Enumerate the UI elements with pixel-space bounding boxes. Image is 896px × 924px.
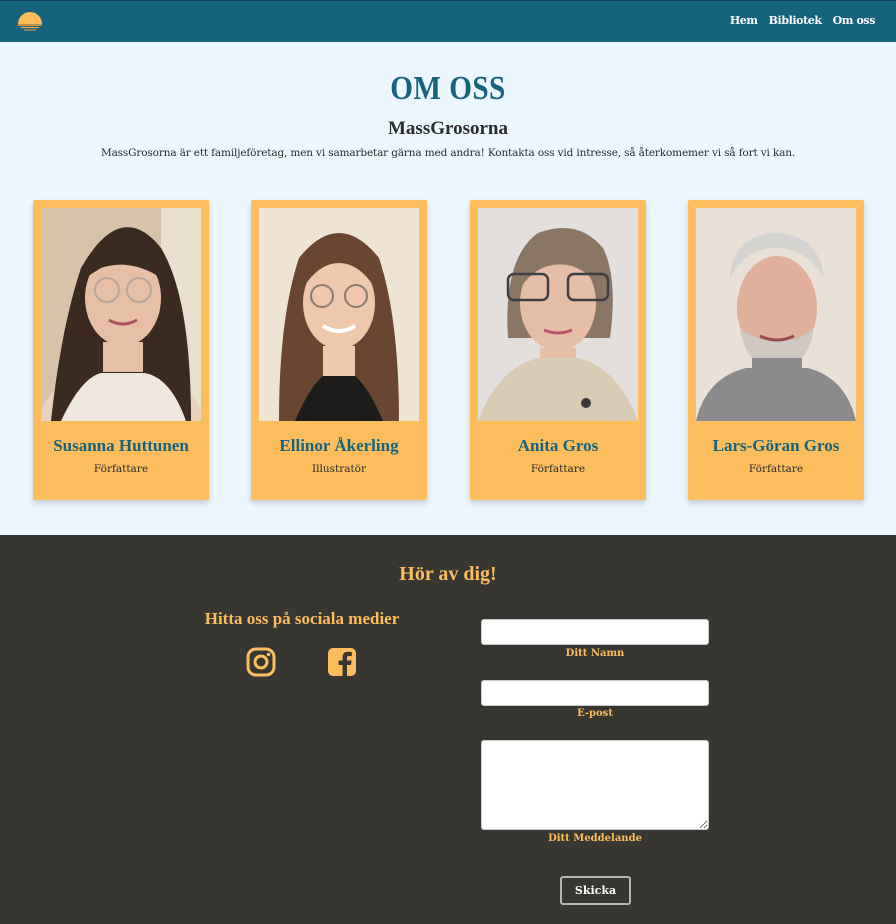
- company-description: MassGrosorna är ett familjeföretag, men …: [100, 147, 796, 159]
- member-photo: [259, 208, 419, 421]
- instagram-icon[interactable]: [246, 647, 276, 677]
- name-field-label: Ditt Namn: [565, 648, 625, 659]
- member-role: Författare: [93, 463, 149, 475]
- member-role: Författare: [530, 463, 586, 475]
- member-role: Illustratör: [311, 463, 367, 475]
- member-photo: [478, 208, 638, 421]
- member-photo: [41, 208, 201, 421]
- member-name: Anita Gros: [517, 436, 599, 455]
- member-card-lars-goran: Lars-Göran Gros Författare: [688, 200, 864, 500]
- nav-link-bibliotek[interactable]: Bibliotek: [769, 14, 822, 27]
- nav-link-om-oss[interactable]: Om oss: [833, 14, 876, 27]
- member-photo: [696, 208, 856, 421]
- member-card-ellinor: Ellinor Åkerling Illustratör: [251, 200, 427, 500]
- member-name: Susanna Huttunen: [53, 436, 189, 455]
- name-field[interactable]: [481, 619, 709, 645]
- member-card-susanna: Susanna Huttunen Författare: [33, 200, 209, 500]
- navbar: Hem Bibliotek Om oss: [0, 0, 896, 42]
- page-title: OM OSS: [390, 70, 506, 107]
- nav-links: Hem Bibliotek Om oss: [730, 14, 876, 27]
- member-name: Ellinor Åkerling: [279, 436, 399, 455]
- submit-button[interactable]: Skicka: [560, 876, 631, 905]
- member-name: Lars-Göran Gros: [712, 436, 840, 455]
- footer-title: Hör av dig!: [399, 563, 497, 585]
- social-heading: Hitta oss på sociala medier: [204, 609, 400, 628]
- member-role: Författare: [748, 463, 804, 475]
- message-field-label: Ditt Meddelande: [548, 833, 642, 844]
- company-name: MassGrosorna: [388, 118, 508, 139]
- about-section: OM OSS MassGrosorna MassGrosorna är ett …: [0, 42, 896, 535]
- contact-footer: Hör av dig! Hitta oss på sociala medier …: [0, 535, 896, 924]
- nav-link-hem[interactable]: Hem: [730, 14, 758, 27]
- member-card-anita: Anita Gros Författare: [470, 200, 646, 500]
- facebook-icon[interactable]: [327, 647, 357, 677]
- email-field[interactable]: [481, 680, 709, 706]
- sunset-logo-icon[interactable]: [17, 11, 43, 33]
- message-textarea[interactable]: [481, 740, 709, 830]
- email-field-label: E-post: [577, 708, 613, 719]
